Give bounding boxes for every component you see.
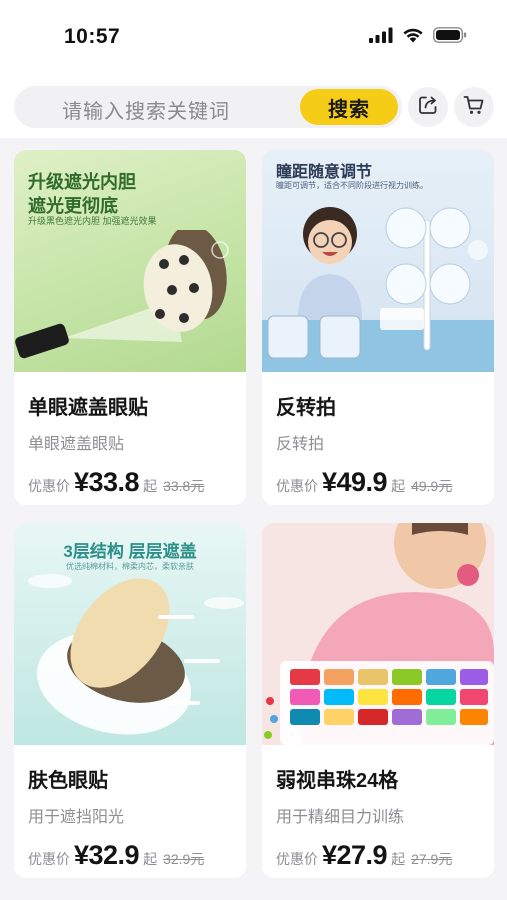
product-subtitle: 用于遮挡阳光 [28,809,125,826]
status-time: 10:57 [64,25,121,48]
battery-icon [433,27,467,48]
search-input[interactable]: 请输入搜索关键词 搜索 [14,86,402,128]
original-price: 33.8元 [163,478,205,494]
image-caption: 3层结构 层层遮盖 [63,542,197,561]
price-row: 优惠价 ¥32.9 起 32.9元 [28,840,204,871]
price-label: 优惠价 [28,851,70,867]
product-image: 3层结构 层层遮盖 优选纯棉材料，棉柔内芯，柔软亲肤 [14,523,246,745]
status-icons [369,27,467,48]
original-price: 49.9元 [411,478,453,494]
search-placeholder: 请输入搜索关键词 [62,101,230,123]
price-label: 优惠价 [276,478,318,494]
price-row: 优惠价 ¥27.9 起 27.9元 [276,840,452,871]
price-suffix: 起 [391,851,406,867]
price-value: ¥27.9 [322,840,388,870]
product-subtitle: 用于精细目力训练 [276,809,405,826]
cart-button[interactable] [454,87,494,127]
skin-patch-illustration [28,574,244,735]
product-title: 反转拍 [276,397,336,419]
price-suffix: 起 [143,478,158,494]
product-image [262,523,494,745]
original-price: 27.9元 [411,851,453,867]
product-card-flipper[interactable]: 瞳距随意调节 瞳距可调节，适合不同阶段进行视力训练。 反转拍 反转拍 优惠价 ¥… [262,150,494,505]
product-card-eye-patch[interactable]: 升级遮光内胆 遮光更彻底 升级黑色遮光内胆 加强遮光效果 单眼遮盖眼贴 单眼遮盖… [14,150,246,505]
product-card-skin-patch[interactable]: 3层结构 层层遮盖 优选纯棉材料，棉柔内芯，柔软亲肤 肤色眼贴 用于遮挡阳光 优… [14,523,246,878]
status-bar: 10:57 [0,0,507,70]
beads-illustration [262,523,494,745]
share-icon [417,94,439,121]
price-value: ¥32.9 [74,840,140,870]
product-title: 弱视串珠24格 [276,770,399,792]
image-caption: 瞳距随意调节 [276,164,373,181]
image-note: 优选纯棉材料，棉柔内芯，柔软亲肤 [66,562,194,571]
image-note: 升级黑色遮光内胆 加强遮光效果 [28,216,157,226]
price-row: 优惠价 ¥33.8 起 33.8元 [28,467,204,498]
flipper-illustration [262,207,494,372]
price-label: 优惠价 [276,851,318,867]
share-button[interactable] [408,87,448,127]
product-image: 瞳距随意调节 瞳距可调节，适合不同阶段进行视力训练。 [262,150,494,372]
price-label: 优惠价 [28,478,70,494]
search-button[interactable]: 搜索 [300,89,398,125]
product-image: 升级遮光内胆 遮光更彻底 升级黑色遮光内胆 加强遮光效果 [14,150,246,372]
price-value: ¥33.8 [74,467,140,497]
original-price: 32.9元 [163,851,205,867]
search-row: 请输入搜索关键词 搜索 [14,86,494,128]
product-subtitle: 反转拍 [276,436,325,453]
signal-icon [369,27,393,48]
product-card-beads[interactable]: 弱视串珠24格 用于精细目力训练 优惠价 ¥27.9 起 27.9元 [262,523,494,878]
product-title: 肤色眼贴 [28,770,108,792]
cart-icon [463,94,485,121]
eye-patch-illustration [15,230,229,359]
header-area: 10:57 请输入搜索关键词 搜索 [0,0,507,138]
price-row: 优惠价 ¥49.9 起 49.9元 [276,467,452,498]
product-subtitle: 单眼遮盖眼贴 [28,436,125,453]
price-suffix: 起 [391,478,406,494]
wifi-icon [402,27,424,48]
price-value: ¥49.9 [322,467,388,497]
product-title: 单眼遮盖眼贴 [28,397,148,419]
image-caption: 升级遮光内胆 [28,172,136,192]
price-suffix: 起 [143,851,158,867]
